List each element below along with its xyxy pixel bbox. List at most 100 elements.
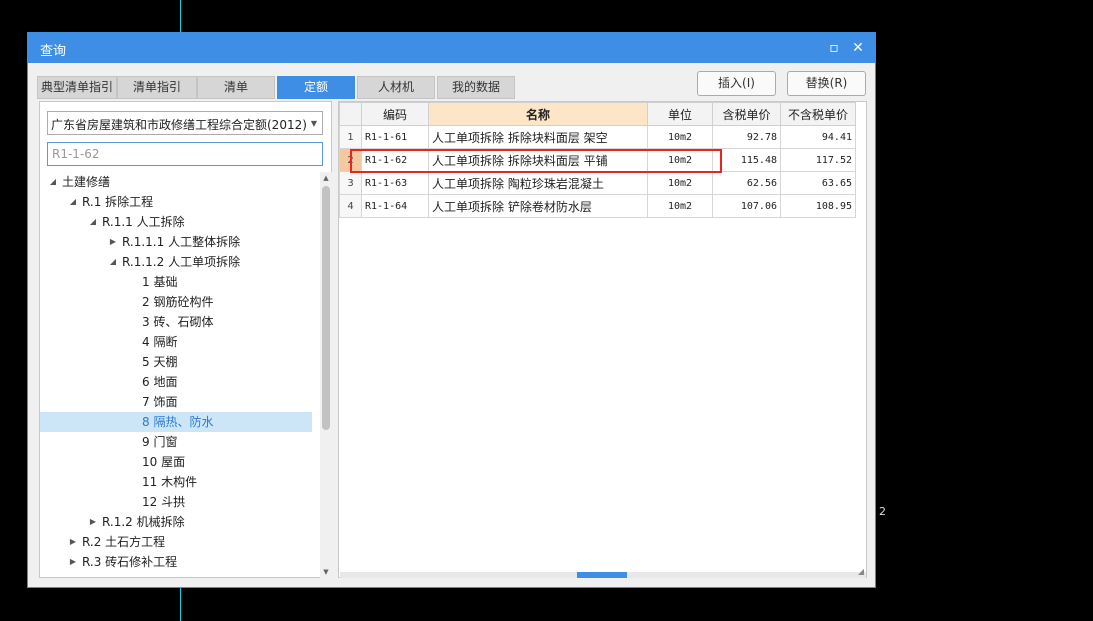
cell-name[interactable]: 人工单项拆除 陶粒珍珠岩混凝土: [428, 171, 648, 195]
cell-price-notax[interactable]: 94.41: [780, 125, 856, 149]
row-index[interactable]: 3: [339, 171, 362, 195]
tab-labor-material-machine[interactable]: 人材机: [357, 76, 435, 99]
cell-price-tax[interactable]: 115.48: [712, 148, 781, 172]
tree-node[interactable]: ◢ R.1 拆除工程: [40, 192, 312, 212]
chevron-down-icon: ▼: [310, 119, 317, 128]
quota-grid-panel: 编码 名称 单位 含税单价 不含税单价 1 R1-1-61 人工单项拆除 拆除块料面…: [338, 101, 867, 578]
tree-node-label: 3 砖、石砌体: [142, 315, 214, 329]
tree-node[interactable]: 1 基础: [40, 272, 312, 292]
column-header-code[interactable]: 编码: [361, 102, 429, 126]
maximize-icon[interactable]: ▫: [823, 37, 845, 59]
tree-node[interactable]: 11 木构件: [40, 472, 312, 492]
collapsed-triangle-icon[interactable]: ▶: [68, 552, 78, 572]
tree-node-label: R.2 土石方工程: [82, 535, 166, 549]
tree-node-label: 2 钢筋砼构件: [142, 295, 214, 309]
tree-node[interactable]: ◢ R.1.1.2 人工单项拆除: [40, 252, 312, 272]
tree-node[interactable]: 10 屋面: [40, 452, 312, 472]
row-index[interactable]: 1: [339, 125, 362, 149]
cell-price-notax[interactable]: 108.95: [780, 194, 856, 218]
expanded-triangle-icon[interactable]: ◢: [48, 172, 58, 192]
dialog-title: 查询: [40, 44, 67, 59]
close-icon[interactable]: ✕: [847, 37, 869, 59]
cell-code[interactable]: R1-1-61: [361, 125, 429, 149]
tree-node-label: 12 斗拱: [142, 495, 186, 509]
tab-my-data[interactable]: 我的数据: [437, 76, 515, 99]
query-dialog: 查询 ▫ ✕ 典型清单指引 清单指引 清单 定额 人材机 我的数据 插入(I) …: [27, 32, 876, 588]
tree-node-label: 6 地面: [142, 375, 178, 389]
tree-scrollbar[interactable]: ▲ ▼: [320, 172, 332, 578]
column-header-name[interactable]: 名称: [428, 102, 648, 126]
expanded-triangle-icon[interactable]: ◢: [88, 212, 98, 232]
tree-node-label: 1 基础: [142, 275, 178, 289]
tree-node[interactable]: 6 地面: [40, 372, 312, 392]
row-index-header: [339, 102, 362, 126]
column-header-price-notax[interactable]: 不含税单价: [780, 102, 856, 126]
cell-price-tax[interactable]: 92.78: [712, 125, 781, 149]
cell-unit[interactable]: 10m2: [647, 125, 713, 149]
tree-node-label: R.1.2 机械拆除: [102, 515, 185, 529]
tab-quota[interactable]: 定额: [277, 76, 355, 99]
cell-unit[interactable]: 10m2: [647, 194, 713, 218]
tree-node[interactable]: ◢ 土建修缮: [40, 172, 312, 192]
tree-node[interactable]: 2 钢筋砼构件: [40, 292, 312, 312]
tree-node-label: 11 木构件: [142, 475, 198, 489]
tree-node[interactable]: 5 天棚: [40, 352, 312, 372]
collapsed-triangle-icon[interactable]: ▶: [88, 512, 98, 532]
table-row[interactable]: 1 R1-1-61 人工单项拆除 拆除块料面层 架空 10m2 92.78 94.41: [339, 125, 856, 149]
cell-name[interactable]: 人工单项拆除 拆除块料面层 架空: [428, 125, 648, 149]
tree-node[interactable]: 12 斗拱: [40, 492, 312, 512]
library-select-value: 广东省房屋建筑和市政修缮工程综合定额(2012): [51, 118, 307, 132]
tree-node[interactable]: ◢ R.1.1 人工拆除: [40, 212, 312, 232]
tree-node[interactable]: ▶ R.1.2 机械拆除: [40, 512, 312, 532]
tree-node-label: R.1.1 人工拆除: [102, 215, 185, 229]
table-row[interactable]: 3 R1-1-63 人工单项拆除 陶粒珍珠岩混凝土 10m2 62.56 63.65: [339, 171, 856, 195]
scroll-thumb[interactable]: [577, 572, 627, 578]
cad-line: [180, 0, 181, 32]
cell-name[interactable]: 人工单项拆除 铲除卷材防水层: [428, 194, 648, 218]
cell-price-notax[interactable]: 117.52: [780, 148, 856, 172]
column-header-price-tax[interactable]: 含税单价: [712, 102, 781, 126]
table-row[interactable]: 4 R1-1-64 人工单项拆除 铲除卷材防水层 10m2 107.06 108.95: [339, 194, 856, 218]
scroll-down-icon[interactable]: ▼: [320, 566, 332, 578]
tab-list[interactable]: 清单: [197, 76, 275, 99]
cell-code[interactable]: R1-1-64: [361, 194, 429, 218]
tab-typical-list-guide[interactable]: 典型清单指引: [37, 76, 117, 99]
row-index[interactable]: 4: [339, 194, 362, 218]
tree-node[interactable]: ▶ R.3 砖石修补工程: [40, 552, 312, 572]
cell-price-tax[interactable]: 107.06: [712, 194, 781, 218]
tree-node[interactable]: 7 饰面: [40, 392, 312, 412]
cad-line: [180, 588, 181, 621]
tree-node[interactable]: 8 隔热、防水: [40, 412, 312, 432]
left-panel: 广东省房屋建筑和市政修缮工程综合定额(2012) ▼ ◢ 土建修缮 ◢ R.1 拆除工…: [39, 101, 332, 578]
highlight-box: [350, 149, 722, 173]
resize-grip-icon[interactable]: ◢: [858, 567, 864, 576]
insert-button[interactable]: 插入(I): [697, 71, 776, 96]
tab-list-guide[interactable]: 清单指引: [117, 76, 197, 99]
expanded-triangle-icon[interactable]: ◢: [108, 252, 118, 272]
tree-node-label: 4 隔断: [142, 335, 178, 349]
cell-code[interactable]: R1-1-63: [361, 171, 429, 195]
tree-node[interactable]: ▶ R.2 土石方工程: [40, 532, 312, 552]
tree-node-label: 7 饰面: [142, 395, 178, 409]
search-input[interactable]: [47, 142, 323, 166]
collapsed-triangle-icon[interactable]: ▶: [108, 232, 118, 252]
tree-node-label: R.1 拆除工程: [82, 195, 154, 209]
collapsed-triangle-icon[interactable]: ▶: [68, 532, 78, 552]
tree-node[interactable]: 9 门窗: [40, 432, 312, 452]
expanded-triangle-icon[interactable]: ◢: [68, 192, 78, 212]
tree-node-label: R.1.1.2 人工单项拆除: [122, 255, 241, 269]
replace-button[interactable]: 替换(R): [787, 71, 866, 96]
grid-hscrollbar[interactable]: [340, 572, 866, 578]
title-bar[interactable]: 查询 ▫ ✕: [28, 33, 875, 63]
library-select[interactable]: 广东省房屋建筑和市政修缮工程综合定额(2012) ▼: [47, 111, 323, 135]
tree-node[interactable]: ▶ R.1.1.1 人工整体拆除: [40, 232, 312, 252]
scroll-up-icon[interactable]: ▲: [320, 172, 332, 184]
column-header-unit[interactable]: 单位: [647, 102, 713, 126]
category-tree: ◢ 土建修缮 ◢ R.1 拆除工程 ◢ R.1.1 人工拆除 ▶ R.1.1.1 人工整体拆除…: [40, 172, 320, 579]
scroll-thumb[interactable]: [322, 186, 330, 430]
tree-node[interactable]: 3 砖、石砌体: [40, 312, 312, 332]
cell-price-notax[interactable]: 63.65: [780, 171, 856, 195]
cell-price-tax[interactable]: 62.56: [712, 171, 781, 195]
tree-node[interactable]: 4 隔断: [40, 332, 312, 352]
cell-unit[interactable]: 10m2: [647, 171, 713, 195]
